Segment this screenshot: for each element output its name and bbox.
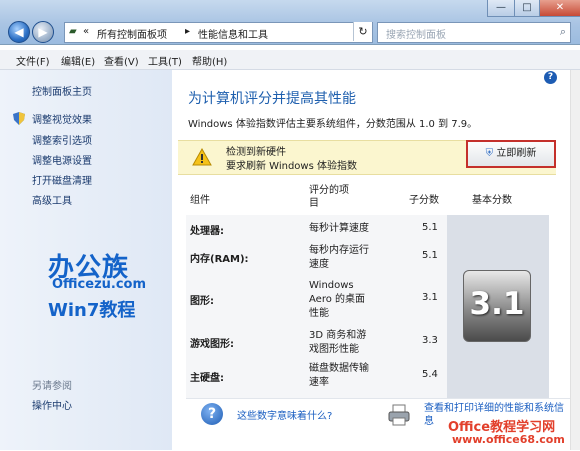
sidebar-item-power[interactable]: 调整电源设置 <box>32 152 92 167</box>
breadcrumb-separator[interactable]: ▸ <box>185 26 190 37</box>
maximize-button[interactable]: □ <box>514 0 540 17</box>
shield-icon <box>13 112 25 125</box>
scrollbar[interactable] <box>570 70 580 450</box>
question-icon[interactable]: ? <box>201 403 223 425</box>
base-score-badge: 3.1 <box>463 270 531 342</box>
search-input[interactable]: 搜索控制面板 ⌕ <box>377 22 571 43</box>
header-component: 组件 <box>190 195 210 206</box>
row-score: 3.1 <box>422 292 438 303</box>
sidebar-item-action-center[interactable]: 操作中心 <box>32 397 72 412</box>
menu-edit[interactable]: 编辑(E) <box>61 53 95 68</box>
menu-view[interactable]: 查看(V) <box>104 53 139 68</box>
close-button[interactable]: ✕ <box>539 0 580 17</box>
row-item: 每秒计算速度 <box>309 223 369 234</box>
header-base-score: 基本分数 <box>472 195 512 206</box>
refresh-icon[interactable]: ↻ <box>353 22 372 41</box>
menu-bar: 文件(F) 编辑(E) 查看(V) 工具(T) 帮助(H) <box>0 50 580 70</box>
sidebar-item-visual-effects[interactable]: 调整视觉效果 <box>32 111 92 126</box>
sidebar-item-disk-cleanup[interactable]: 打开磁盘清理 <box>32 172 92 187</box>
menu-tools[interactable]: 工具(T) <box>148 53 182 68</box>
address-chevron[interactable]: « <box>83 26 89 37</box>
row-component: 游戏图形: <box>190 339 234 350</box>
row-component: 图形: <box>190 296 214 307</box>
row-score: 5.1 <box>422 250 438 261</box>
row-item: 3D 商务和游 戏图形性能 <box>309 330 367 355</box>
minimize-button[interactable]: — <box>487 0 515 17</box>
shield-icon: ⛨ <box>485 148 494 159</box>
sidebar-item-control-panel-home[interactable]: 控制面板主页 <box>32 83 92 98</box>
header-rated-item: 评分的项 目 <box>309 185 349 209</box>
what-do-numbers-mean-link[interactable]: 这些数字意味着什么? <box>237 407 332 422</box>
notice-title: 检测到新硬件 <box>226 147 286 158</box>
menu-help[interactable]: 帮助(H) <box>192 53 227 68</box>
search-icon[interactable]: ⌕ <box>560 25 566 39</box>
row-score: 3.3 <box>422 335 438 346</box>
printer-icon[interactable] <box>387 403 411 427</box>
row-score: 5.4 <box>422 369 438 380</box>
help-icon[interactable]: ? <box>544 71 557 84</box>
row-item: 每秒内存运行 速度 <box>309 245 369 270</box>
row-item: 磁盘数据传输 速率 <box>309 363 369 388</box>
sidebar-item-advanced-tools[interactable]: 高级工具 <box>32 192 72 207</box>
refresh-now-button[interactable]: ⛨ 立即刷新 <box>466 140 556 168</box>
logo-url: Officezu.com <box>52 277 147 292</box>
navigation-bar: — □ ✕ ◀ ▶ ▰ « 所有控制面板项 ▸ 性能信息和工具 ▾ ↻ 搜索控制… <box>0 0 580 45</box>
page-title: 为计算机评分并提高其性能 <box>188 91 356 107</box>
row-component: 处理器: <box>190 226 224 237</box>
sidebar-item-indexing[interactable]: 调整索引选项 <box>32 132 92 147</box>
watermark-url: www.office68.com <box>452 433 565 446</box>
row-component: 主硬盘: <box>190 373 224 384</box>
row-item: Windows Aero 的桌面 性能 <box>309 280 366 319</box>
header-subscore: 子分数 <box>409 195 439 206</box>
menu-file[interactable]: 文件(F) <box>16 53 50 68</box>
back-button[interactable]: ◀ <box>8 21 30 43</box>
notice-detail: 要求刷新 Windows 体验指数 <box>226 161 357 172</box>
see-also-heading: 另请参阅 <box>32 381 72 392</box>
address-bar[interactable]: ▰ « 所有控制面板项 ▸ 性能信息和工具 ▾ <box>64 22 373 43</box>
search-placeholder: 搜索控制面板 <box>386 30 446 41</box>
warning-icon <box>192 148 212 166</box>
forward-button[interactable]: ▶ <box>32 21 54 43</box>
breadcrumb-performance[interactable]: 性能信息和工具 <box>198 26 268 41</box>
logo-win7: Win7教程 <box>48 300 136 321</box>
folder-icon: ▰ <box>69 26 77 37</box>
breadcrumb-all-items[interactable]: 所有控制面板项 <box>97 26 167 41</box>
refresh-now-label: 立即刷新 <box>496 148 537 159</box>
row-component: 内存(RAM): <box>190 254 249 265</box>
row-score: 5.1 <box>422 222 438 233</box>
page-description: Windows 体验指数评估主要系统组件，分数范围从 1.0 到 7.9。 <box>188 119 478 130</box>
